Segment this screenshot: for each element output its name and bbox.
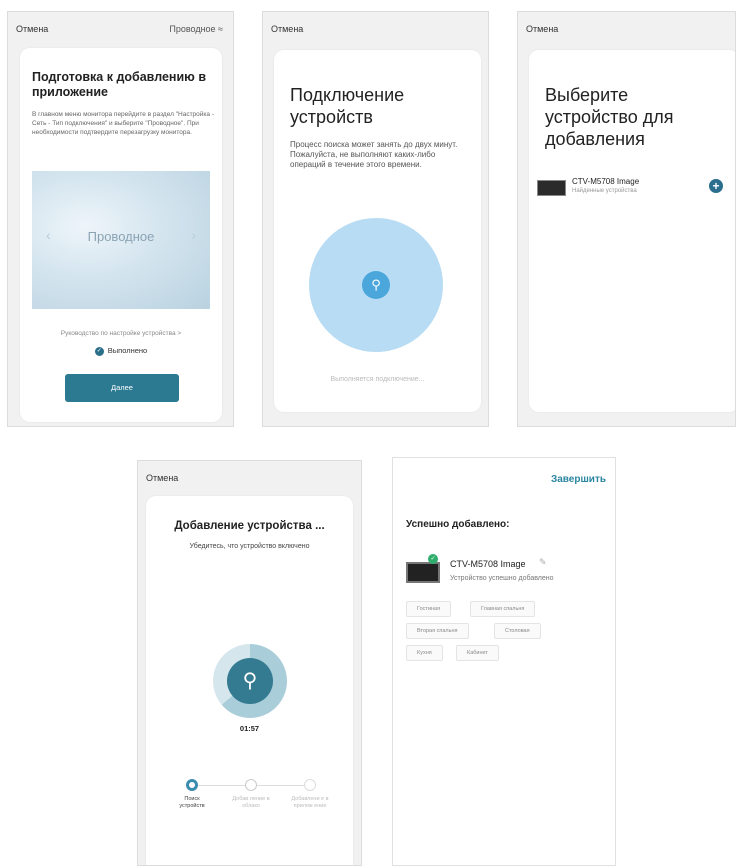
page-title: Подготовка к добавлению в приложение (32, 70, 206, 99)
chevron-right-icon[interactable]: › (191, 227, 196, 243)
illustration-label: Проводное (87, 229, 155, 244)
connection-status: Выполняется подключение... (330, 376, 425, 383)
instructions-text: В главном меню монитора перейдите в разд… (32, 111, 214, 136)
screen-success: Завершить Успешно добавлено: ✓ CTV-M5708… (392, 457, 616, 866)
room-chip[interactable]: Гостиная (406, 601, 452, 617)
screen-connecting: Отмена Подключение устройств Процесс пои… (262, 11, 489, 427)
done-label: Выполнено (107, 346, 148, 355)
connecting-card: Подключение устройств Процесс поиска мож… (274, 50, 481, 412)
adding-card: Добавление устройства ... Убедитесь, что… (146, 496, 353, 865)
monitor-icon (537, 180, 566, 196)
device-subtitle: Устройство успешно добавлено (450, 575, 554, 582)
edit-icon[interactable]: ✎ (539, 557, 547, 568)
search-description: Процесс поиска может занять до двух мину… (290, 140, 458, 169)
step-label: Добавлени е в прилож ение (291, 796, 329, 809)
page-subtitle: Убедитесь, что устройство включено (189, 543, 310, 550)
room-chip[interactable]: Главная спальня (470, 601, 536, 617)
screen-prepare: Отмена Проводное ≈ Подготовка к добавлен… (7, 11, 234, 427)
cancel-link[interactable]: Отмена (16, 24, 48, 34)
search-icon: ⚲ (227, 658, 273, 704)
page-title: Подключение устройств (290, 85, 405, 127)
step-dot (245, 779, 257, 791)
cancel-link[interactable]: Отмена (146, 473, 178, 483)
step-label: Добав ление в облако (232, 796, 270, 809)
add-device-button[interactable]: + (709, 179, 723, 193)
cancel-link[interactable]: Отмена (271, 24, 303, 34)
setup-guide-link[interactable]: Руководство по настройке устройства > (20, 330, 222, 337)
monitor-icon (406, 562, 440, 583)
done-checkbox[interactable]: ✓ Выполнено (20, 346, 222, 356)
check-icon: ✓ (428, 554, 438, 564)
connection-type-label[interactable]: Проводное ≈ (169, 24, 223, 34)
device-name: CTV-M5708 Image (450, 559, 526, 569)
step-dot (304, 779, 316, 791)
page-title: Выберите устройство для добавления (545, 85, 674, 149)
next-button[interactable]: Далее (65, 374, 179, 402)
room-chip[interactable]: Вторая спальня (406, 623, 469, 639)
search-animation: ⚲ (309, 218, 443, 352)
room-chip[interactable]: Кухня (406, 645, 443, 661)
progress-ring: ⚲ (213, 644, 287, 718)
room-chip[interactable]: Кабинет (456, 645, 499, 661)
screen-select-device: Отмена Выберите устройство для добавлени… (517, 11, 736, 427)
page-title: Успешно добавлено: (406, 519, 510, 530)
check-icon: ✓ (94, 346, 104, 356)
room-chip[interactable]: Столовая (494, 623, 541, 639)
step-label: Поиск устройств (179, 796, 205, 809)
search-icon: ⚲ (362, 271, 390, 299)
illustration-image: ‹ Проводное › (32, 171, 210, 309)
step-dot-active (186, 779, 198, 791)
finish-button[interactable]: Завершить (551, 474, 606, 485)
select-card: Выберите устройство для добавления CTV-M… (529, 50, 735, 412)
screen-adding-device: Отмена Добавление устройства ... Убедите… (137, 460, 362, 866)
cancel-link[interactable]: Отмена (526, 24, 558, 34)
countdown-timer: 01:57 (239, 724, 260, 733)
device-subtitle: Найденные устройства (572, 188, 637, 194)
prepare-card: Подготовка к добавлению в приложение В г… (20, 48, 222, 422)
device-name: CTV-M5708 Image (572, 177, 640, 186)
page-title: Добавление устройства ... (174, 520, 325, 532)
